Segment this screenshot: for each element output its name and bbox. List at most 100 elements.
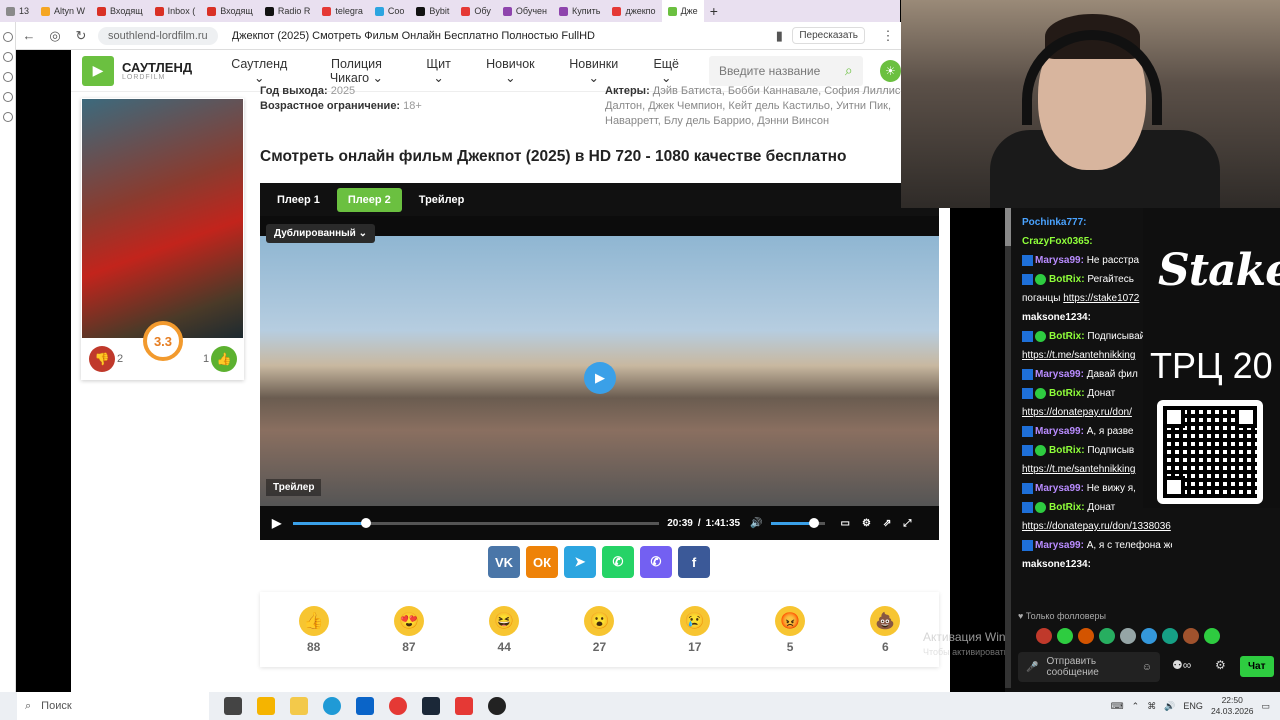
- edge-icon[interactable]: [323, 697, 341, 715]
- microphone-icon[interactable]: 🎤: [1026, 662, 1038, 673]
- emote-icon[interactable]: [1183, 628, 1199, 644]
- search-icon[interactable]: ⌕: [845, 62, 853, 79]
- emote-icon[interactable]: [1057, 628, 1073, 644]
- obs-icon[interactable]: [488, 697, 506, 715]
- chat-link[interactable]: https://donatepay.ru/don/1338036: [1022, 521, 1171, 532]
- browser-tab[interactable]: Radio R: [259, 0, 317, 22]
- browser-tab[interactable]: Обу: [455, 0, 496, 22]
- dislike-icon[interactable]: 👎: [89, 346, 115, 372]
- progress-bar[interactable]: [293, 517, 660, 528]
- browser-tab[interactable]: Дже: [661, 0, 704, 22]
- reaction-button[interactable]: 😡 5: [775, 605, 806, 654]
- reaction-button[interactable]: 💩 6: [870, 605, 901, 654]
- play-icon[interactable]: ▶: [584, 362, 616, 394]
- side-panel-icon[interactable]: [3, 32, 13, 42]
- emoji-icon[interactable]: ☺: [1142, 662, 1152, 673]
- menu-item[interactable]: Саутленд ⌄: [226, 57, 292, 85]
- share-telegram-icon[interactable]: ➤: [564, 546, 596, 578]
- fullscreen-icon[interactable]: ⤢: [903, 518, 911, 529]
- new-tab-icon[interactable]: +: [710, 3, 718, 19]
- player-tab[interactable]: Трейлер: [408, 188, 476, 212]
- browser-tab[interactable]: джекпо: [606, 0, 661, 22]
- browser-tab[interactable]: Altyn W: [35, 0, 91, 22]
- taskbar-search[interactable]: ⌕ Поиск: [17, 692, 209, 720]
- chat-username[interactable]: Pochinka777:: [1022, 217, 1086, 228]
- browser-tab[interactable]: Входящ: [91, 0, 149, 22]
- side-panel-icon[interactable]: [3, 112, 13, 122]
- bookmark-icon[interactable]: ▮: [766, 28, 792, 44]
- chat-username[interactable]: maksone1234:: [1022, 312, 1091, 323]
- chat-input[interactable]: 🎤 Отправить сообщение ☺: [1018, 652, 1160, 682]
- chat-username[interactable]: Marysa99:: [1035, 540, 1084, 551]
- emote-icon[interactable]: [1120, 628, 1136, 644]
- dub-select[interactable]: Дублированный ⌄: [266, 224, 375, 243]
- emote-icon[interactable]: [1204, 628, 1220, 644]
- browser-tab[interactable]: Inbox (: [149, 0, 202, 22]
- clock[interactable]: 22:50 24.03.2026: [1211, 695, 1254, 717]
- chat-link[interactable]: https://stake1072: [1063, 293, 1139, 304]
- emote-icon[interactable]: [1078, 628, 1094, 644]
- menu-item[interactable]: Новичок ⌄: [481, 57, 540, 85]
- chat-username[interactable]: Marysa99:: [1035, 255, 1084, 266]
- logo-icon[interactable]: ▶: [82, 55, 114, 86]
- chevron-up-icon[interactable]: ⌃: [1132, 701, 1140, 712]
- side-panel-icon[interactable]: [3, 72, 13, 82]
- notifications-icon[interactable]: ▭: [1261, 701, 1270, 712]
- menu-item[interactable]: Щит ⌄: [420, 57, 456, 85]
- share-viber-icon[interactable]: ✆: [640, 546, 672, 578]
- browser-tab[interactable]: 13: [0, 0, 35, 22]
- progress-handle[interactable]: [361, 517, 372, 528]
- share-facebook-icon[interactable]: f: [678, 546, 710, 578]
- chat-username[interactable]: CrazyFox0365:: [1022, 236, 1093, 247]
- menu-item[interactable]: Полиция Чикаго ⌄: [316, 57, 396, 85]
- reaction-button[interactable]: 😆 44: [489, 605, 520, 654]
- url-field[interactable]: southlend-lordfilm.ru: [98, 26, 218, 45]
- emote-icon[interactable]: [1036, 628, 1052, 644]
- share-whatsapp-icon[interactable]: ✆: [602, 546, 634, 578]
- browser-tab[interactable]: Bybit: [410, 0, 455, 22]
- side-panel-icon[interactable]: [3, 92, 13, 102]
- chat-username[interactable]: Marysa99:: [1035, 369, 1084, 380]
- search-input[interactable]: Введите название ⌕: [708, 55, 863, 86]
- steam-icon[interactable]: [422, 697, 440, 715]
- reaction-button[interactable]: 😍 87: [393, 605, 424, 654]
- browser-tab[interactable]: Купить: [553, 0, 606, 22]
- share-ok-icon[interactable]: ОК: [526, 546, 558, 578]
- chat-scrollbar[interactable]: [1005, 208, 1011, 688]
- chat-scroll-thumb[interactable]: [1005, 208, 1011, 246]
- mail-icon[interactable]: [356, 697, 374, 715]
- chat-username[interactable]: BotRix:: [1049, 445, 1085, 456]
- chat-username[interactable]: BotRix:: [1049, 388, 1085, 399]
- chat-username[interactable]: Marysa99:: [1035, 426, 1084, 437]
- browser-tab[interactable]: Обучен: [497, 0, 553, 22]
- side-panel-icon[interactable]: [3, 52, 13, 62]
- language-indicator[interactable]: ENG: [1183, 701, 1203, 711]
- back-icon[interactable]: ←: [16, 28, 42, 43]
- reaction-button[interactable]: 😢 17: [679, 605, 710, 654]
- task-view-icon[interactable]: [224, 697, 242, 715]
- subtitles-icon[interactable]: ▭: [841, 518, 850, 529]
- theme-toggle-icon[interactable]: ☀: [879, 59, 902, 82]
- chat-username[interactable]: Marysa99:: [1035, 483, 1084, 494]
- chat-username[interactable]: maksone1234:: [1022, 559, 1091, 570]
- menu-item[interactable]: Ещё ⌄: [648, 57, 685, 85]
- yandex-browser-icon[interactable]: [455, 697, 473, 715]
- chat-link[interactable]: https://donatepay.ru/don/: [1022, 407, 1132, 418]
- like-icon[interactable]: 👍: [211, 346, 237, 372]
- popout-icon[interactable]: ⇗: [883, 518, 891, 529]
- reload-icon[interactable]: ↻: [68, 28, 94, 44]
- chat-username[interactable]: BotRix:: [1049, 331, 1085, 342]
- play-icon[interactable]: ▶: [272, 516, 281, 530]
- explorer-icon[interactable]: [290, 697, 308, 715]
- emote-icon[interactable]: [1099, 628, 1115, 644]
- network-icon[interactable]: ⌘: [1147, 701, 1156, 712]
- volume-icon[interactable]: 🔊: [750, 518, 762, 529]
- reaction-button[interactable]: 👍 88: [298, 605, 329, 654]
- browser-tab[interactable]: telegra: [316, 0, 369, 22]
- volume-handle[interactable]: [808, 517, 819, 528]
- keyboard-icon[interactable]: ⌨: [1111, 701, 1124, 712]
- share-vk-icon[interactable]: VK: [488, 546, 520, 578]
- volume-icon[interactable]: 🔊: [1164, 701, 1175, 712]
- player-tab[interactable]: Плеер 2: [336, 187, 402, 212]
- browser-tab[interactable]: Coo: [369, 0, 411, 22]
